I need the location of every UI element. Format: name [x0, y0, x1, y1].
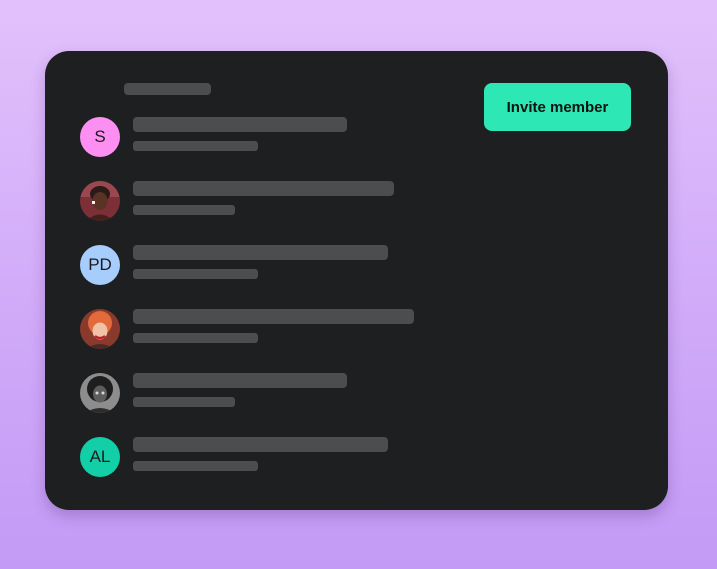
avatar-initials: AL: [89, 447, 111, 466]
title-placeholder: [124, 83, 211, 95]
member-detail-placeholder: [133, 333, 258, 343]
member-detail-placeholder: [133, 397, 235, 407]
member-row[interactable]: AL: [80, 437, 640, 477]
member-row[interactable]: S: [80, 117, 640, 157]
member-detail-placeholder: [133, 205, 235, 215]
avatar: [80, 181, 120, 221]
avatar: AL: [80, 437, 120, 477]
member-detail-placeholder: [133, 461, 258, 471]
member-name-placeholder: [133, 117, 347, 132]
member-name-placeholder: [133, 245, 388, 260]
member-row[interactable]: [80, 181, 640, 221]
member-row[interactable]: PD: [80, 245, 640, 285]
avatar-initials: S: [94, 127, 106, 146]
person-photo-icon: [80, 309, 120, 349]
member-name-placeholder: [133, 181, 394, 196]
member-name-placeholder: [133, 309, 414, 324]
members-card: Invite member S PD AL: [45, 51, 668, 510]
avatar-initials: PD: [88, 255, 112, 274]
member-detail-placeholder: [133, 141, 258, 151]
person-photo-icon: [80, 373, 120, 413]
avatar: [80, 373, 120, 413]
avatar: [80, 309, 120, 349]
avatar: S: [80, 117, 120, 157]
member-row[interactable]: [80, 309, 640, 349]
member-row[interactable]: [80, 373, 640, 413]
member-detail-placeholder: [133, 269, 258, 279]
avatar: PD: [80, 245, 120, 285]
member-name-placeholder: [133, 437, 388, 452]
member-name-placeholder: [133, 373, 347, 388]
person-photo-icon: [80, 181, 120, 221]
